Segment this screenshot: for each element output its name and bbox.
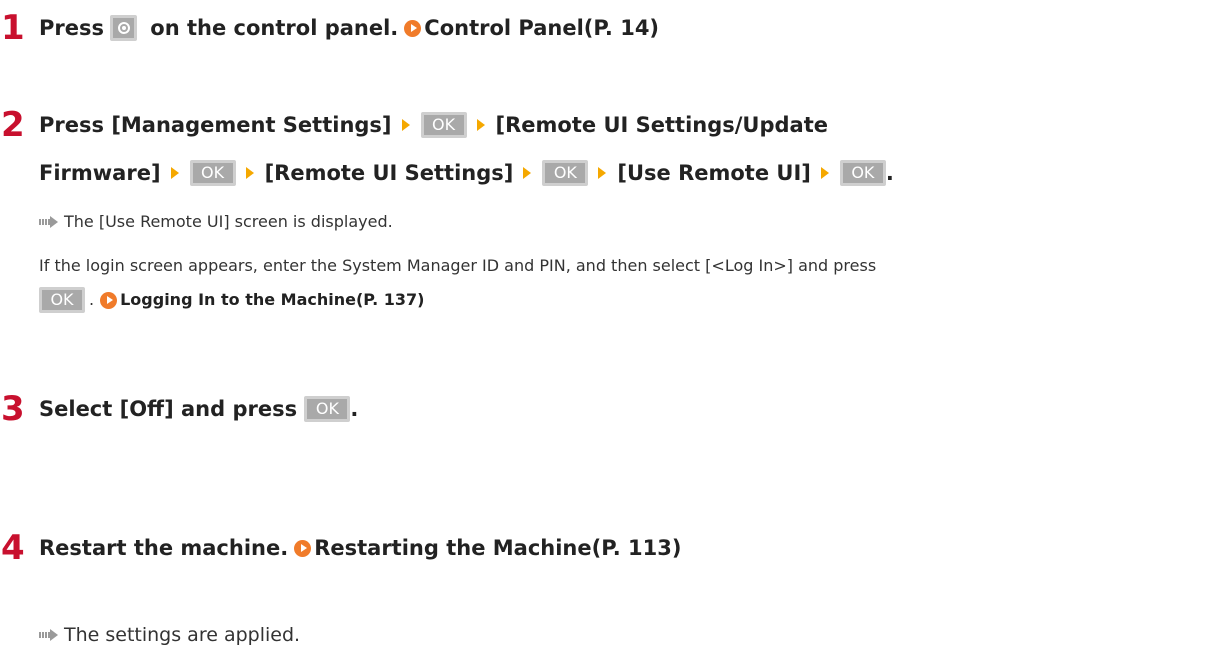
restarting-machine-link[interactable]: Restarting the Machine(P. 113) [288,528,681,568]
step-text: Restart the machine. [39,536,289,560]
control-panel-link[interactable]: Control Panel(P. 14) [398,8,659,48]
ok-button-icon: OK [420,112,467,138]
step-text: Press [39,16,104,40]
separator-arrow-icon [523,167,532,179]
separator-arrow-icon [820,167,829,179]
step-text: Select [Off] and press [39,397,305,421]
menu-item: Firmware] [39,161,161,185]
link-label: Restarting the Machine(P. 113) [314,536,682,560]
result-arrow-icon [39,629,58,641]
step-number: 3 [1,389,25,429]
step-text: Press [39,113,112,137]
separator-arrow-icon [401,119,410,131]
note-line-2: OK . Logging In to the Machine(P. 137) [39,283,1220,317]
result-text: The settings are applied. [64,624,301,646]
ok-button-icon: OK [542,160,589,186]
link-arrow-icon [100,291,118,309]
step-instruction-line-1: Press [Management Settings] OK [Remote U… [39,105,1218,145]
ok-button-icon: OK [39,287,85,313]
result-arrow-icon [39,215,58,228]
menu-item: [Use Remote UI] [617,161,811,185]
note-text: If the login screen appears, enter the S… [39,256,877,275]
separator-arrow-icon [245,167,254,179]
separator-arrow-icon [476,119,485,131]
ok-button-icon: OK [189,160,236,186]
step-result: The [Use Remote UI] screen is displayed. [39,212,393,231]
step-instruction: Select [Off] and press OK . [39,389,1218,429]
link-arrow-icon [404,19,422,37]
result-text: The [Use Remote UI] screen is displayed. [64,212,393,231]
menu-item: [Remote UI Settings] [264,161,514,185]
link-arrow-icon [294,539,312,557]
login-note: If the login screen appears, enter the S… [39,249,1220,317]
step-number: 4 [1,528,25,568]
step-instruction-line-2: Firmware] OK [Remote UI Settings] OK [Us… [39,153,1218,193]
step-text: . [885,161,894,185]
step-text: . [350,397,359,421]
home-button-icon [110,15,137,41]
link-label: Control Panel(P. 14) [424,16,660,40]
step-number: 2 [1,105,25,145]
link-label: Logging In to the Machine(P. 137) [120,290,425,309]
logging-in-link[interactable]: Logging In to the Machine(P. 137) [94,283,424,317]
step-instruction: Press on the control panel. Control Pane… [39,8,1218,48]
step-result: The settings are applied. [39,624,300,646]
separator-arrow-icon [598,167,607,179]
step-instruction: Restart the machine. Restarting the Mach… [39,528,1218,568]
ok-button-icon: OK [304,396,351,422]
menu-item: [Remote UI Settings/Update [495,113,828,137]
separator-arrow-icon [170,167,179,179]
step-number: 1 [1,8,25,48]
ok-button-icon: OK [839,160,886,186]
step-text: on the control panel. [143,16,399,40]
menu-item: [Management Settings] [111,113,392,137]
